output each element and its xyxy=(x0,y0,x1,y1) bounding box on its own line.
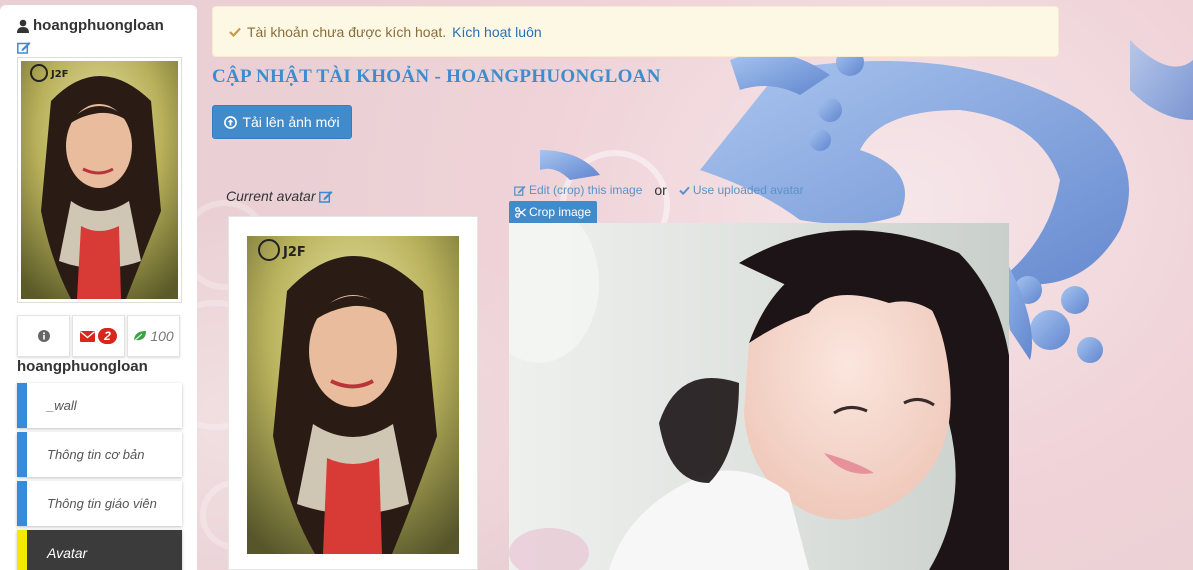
or-separator: or xyxy=(654,182,667,198)
sidebar-username[interactable]: hoangphuongloan xyxy=(17,17,164,34)
activation-alert: Tài khoản chưa được kích hoạt. Kích hoạt… xyxy=(212,6,1059,57)
leaf-icon xyxy=(133,331,147,342)
alert-message: Tài khoản chưa được kích hoạt. xyxy=(247,23,447,40)
sidebar-username-text: hoangphuongloan xyxy=(33,17,164,34)
profile-sidebar: hoangphuongloan J2F 2 100 hoangphuongloa… xyxy=(0,5,197,570)
edit-crop-link[interactable]: Edit (crop) this image xyxy=(514,183,642,197)
info-icon xyxy=(37,330,50,342)
info-stat[interactable] xyxy=(17,315,70,357)
uploaded-photo-crop-area[interactable] xyxy=(509,223,1009,570)
check-icon xyxy=(229,27,241,37)
sidebar-display-name: hoangphuongloan xyxy=(17,358,148,375)
page-title: CẬP NHẬT TÀI KHOẢN - HOANGPHUONGLOAN xyxy=(212,66,661,87)
activate-now-link[interactable]: Kích hoạt luôn xyxy=(452,24,542,40)
uploaded-image xyxy=(509,223,1009,570)
crop-image-button[interactable]: Crop image xyxy=(509,201,598,223)
current-avatar-label: Current avatar xyxy=(226,188,333,204)
sidebar-avatar: J2F xyxy=(17,57,182,303)
svg-text:J2F: J2F xyxy=(50,69,69,80)
current-avatar-image: J2F xyxy=(247,236,459,554)
messages-stat[interactable]: 2 xyxy=(72,315,125,357)
use-uploaded-avatar-link[interactable]: Use uploaded avatar xyxy=(679,183,804,197)
avatar-action-links: Edit (crop) this image or Use uploaded a… xyxy=(514,182,804,198)
sidebar-stats: 2 100 xyxy=(17,315,180,357)
current-avatar-text: Current avatar xyxy=(226,188,316,204)
upload-new-photo-button[interactable]: Tải lên ảnh mới xyxy=(212,105,352,139)
edit-icon xyxy=(514,185,526,196)
sidebar-item-wall[interactable]: _wall xyxy=(17,383,182,428)
edit-icon xyxy=(17,42,31,54)
points-stat[interactable]: 100 xyxy=(127,315,180,357)
check-icon xyxy=(679,186,690,195)
current-avatar-frame: J2F xyxy=(228,216,478,570)
sidebar-item-basic-info[interactable]: Thông tin cơ bản xyxy=(17,432,182,477)
upload-button-label: Tải lên ảnh mới xyxy=(242,114,340,130)
sidebar-item-label: Thông tin giáo viên xyxy=(47,496,157,511)
points-value: 100 xyxy=(150,328,174,344)
user-icon xyxy=(17,19,29,33)
sidebar-item-avatar[interactable]: Avatar xyxy=(17,530,182,570)
edit-crop-text: Edit (crop) this image xyxy=(529,183,643,197)
sidebar-item-label: Thông tin cơ bản xyxy=(47,447,145,462)
sidebar-item-label: _wall xyxy=(47,398,77,413)
crop-image-label: Crop image xyxy=(529,205,592,219)
scissors-icon xyxy=(515,206,526,218)
envelope-icon xyxy=(80,330,96,342)
sidebar-item-label: Avatar xyxy=(47,544,88,561)
edit-icon[interactable] xyxy=(319,190,333,203)
sidebar-item-teacher-info[interactable]: Thông tin giáo viên xyxy=(17,481,182,526)
sidebar-menu: _wall Thông tin cơ bản Thông tin giáo vi… xyxy=(17,383,182,570)
svg-text:J2F: J2F xyxy=(282,245,306,260)
upload-icon xyxy=(224,115,238,129)
messages-badge: 2 xyxy=(98,328,117,344)
edit-profile-link[interactable] xyxy=(17,39,31,54)
use-uploaded-text: Use uploaded avatar xyxy=(692,183,804,197)
